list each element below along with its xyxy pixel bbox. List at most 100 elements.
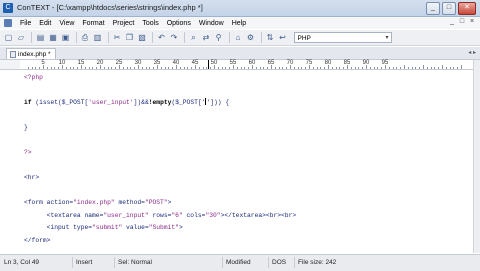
doc-restore-button[interactable]: □: [458, 18, 466, 26]
ruler-tick: [331, 67, 333, 69]
minimize-button[interactable]: _: [426, 2, 440, 15]
code-token: [': [197, 99, 206, 106]
sort-icon[interactable]: ⇅: [265, 32, 276, 43]
ruler-tick: [434, 67, 436, 69]
ruler-tick: [149, 67, 151, 69]
print-icon[interactable]: ⎙: [80, 32, 91, 43]
menu-file[interactable]: File: [16, 20, 35, 27]
app-icon[interactable]: C: [3, 3, 13, 13]
code-line[interactable]: <?php: [24, 73, 43, 82]
code-token: (isset(: [31, 99, 62, 106]
code-token: }: [24, 124, 28, 131]
file-size: File size: 242: [298, 259, 337, 266]
code-token: "index.php": [73, 199, 115, 206]
menu-view[interactable]: View: [55, 20, 78, 27]
doc-minimize-button[interactable]: _: [448, 18, 456, 26]
open-icon[interactable]: ▱: [16, 32, 27, 43]
code-line[interactable]: <hr>: [24, 173, 39, 182]
ruler-tick: [126, 67, 128, 69]
code-token: empty: [152, 99, 172, 106]
document-icon[interactable]: [4, 19, 12, 27]
word-wrap-icon[interactable]: ↩: [277, 32, 288, 43]
toolbar-separator: [75, 32, 77, 43]
ruler-tick: [293, 67, 295, 69]
ruler-label: 50: [210, 60, 218, 66]
menu-window[interactable]: Window: [195, 20, 228, 27]
vertical-scrollbar[interactable]: [473, 60, 480, 253]
code-line[interactable]: if (isset($_POST['user_input'])&&!empty(…: [24, 98, 229, 107]
new-file-icon[interactable]: ▢: [3, 32, 14, 43]
highlighter-select[interactable]: PHP ▾: [293, 32, 392, 43]
toolbar-separator: [184, 32, 185, 43]
ruler-tick: [423, 65, 424, 69]
maximize-button[interactable]: □: [442, 2, 456, 15]
ruler-tick: [179, 67, 181, 69]
ruler-tick: [50, 67, 52, 69]
tab-scroll-arrows[interactable]: ◂ ▸: [468, 49, 476, 56]
tab-index-php[interactable]: index.php *: [6, 48, 56, 59]
ruler-label: 65: [267, 60, 275, 66]
search-in-files-icon[interactable]: ⚲: [213, 32, 224, 43]
ruler-tick: [286, 67, 288, 69]
ruler-tick: [84, 67, 86, 69]
code-line[interactable]: <textarea name="user_input" rows="6" col…: [24, 211, 296, 220]
options-icon[interactable]: ⚙: [245, 32, 256, 43]
copy-icon[interactable]: ❐: [124, 32, 135, 43]
code-line[interactable]: ?>: [24, 148, 32, 157]
code-token: if: [24, 99, 32, 106]
insert-mode: Insert: [76, 259, 93, 266]
doc-close-button[interactable]: ×: [468, 18, 476, 26]
find-replace-icon[interactable]: ⇄: [201, 32, 212, 43]
menu-edit[interactable]: Edit: [35, 20, 55, 27]
ruler-tick: [46, 67, 48, 69]
save-icon[interactable]: ▤: [35, 32, 46, 43]
paste-icon[interactable]: ▧: [137, 32, 148, 43]
ruler-tick: [134, 67, 136, 69]
menu-options[interactable]: Options: [163, 20, 195, 27]
ruler-tick: [350, 67, 352, 69]
ruler-gutter: [0, 60, 20, 70]
ruler-label: 20: [96, 60, 104, 66]
ruler-tick: [122, 67, 124, 69]
ruler-label: 90: [362, 60, 370, 66]
menu-help[interactable]: Help: [228, 20, 250, 27]
ruler-label: 25: [115, 60, 123, 66]
ruler-tick: [358, 67, 360, 69]
ruler-tick: [297, 67, 299, 69]
status-divider: [72, 257, 73, 268]
code-line[interactable]: <input type="submit" value="Submit">: [24, 223, 183, 232]
menu-project[interactable]: Project: [109, 20, 139, 27]
cursor-position: Ln 3, Col 49: [4, 259, 40, 266]
code-token: >: [178, 224, 183, 231]
bookmark-icon[interactable]: ⌂: [233, 32, 244, 43]
ruler-tick: [225, 67, 227, 69]
code-line[interactable]: <form action="index.php" method="POST">: [24, 198, 171, 207]
cut-icon[interactable]: ✂: [112, 32, 123, 43]
undo-icon[interactable]: ↶: [156, 32, 167, 43]
find-icon[interactable]: ⌕: [188, 32, 199, 43]
code-token: ></textarea><br><br>: [220, 211, 297, 219]
code-token: value=: [122, 224, 149, 231]
ruler-tick: [202, 67, 204, 69]
ruler-label: 15: [77, 60, 85, 66]
ruler-label: 35: [153, 60, 161, 66]
print-preview-icon[interactable]: ▥: [92, 32, 103, 43]
ruler-tick: [35, 67, 37, 69]
ruler-tick: [31, 67, 33, 69]
redo-icon[interactable]: ↷: [169, 32, 180, 43]
ruler-label: 10: [58, 60, 66, 66]
ruler-tick: [373, 67, 375, 69]
menu-tools[interactable]: Tools: [138, 20, 162, 27]
ruler-tick: [248, 67, 250, 69]
close-button[interactable]: ✕: [458, 2, 476, 15]
ruler-tick: [392, 67, 394, 69]
save-all-icon[interactable]: ▦: [48, 32, 59, 43]
ruler-tick: [267, 67, 269, 69]
close-file-icon[interactable]: ▣: [60, 32, 71, 43]
code-editor[interactable]: <?php if (isset($_POST['user_input'])&&!e…: [0, 70, 474, 253]
code-line[interactable]: </form>: [24, 236, 50, 245]
ruler-tick: [107, 67, 109, 69]
modified-indicator: Modified: [226, 259, 251, 266]
menu-format[interactable]: Format: [78, 20, 108, 27]
code-line[interactable]: }: [24, 123, 28, 132]
